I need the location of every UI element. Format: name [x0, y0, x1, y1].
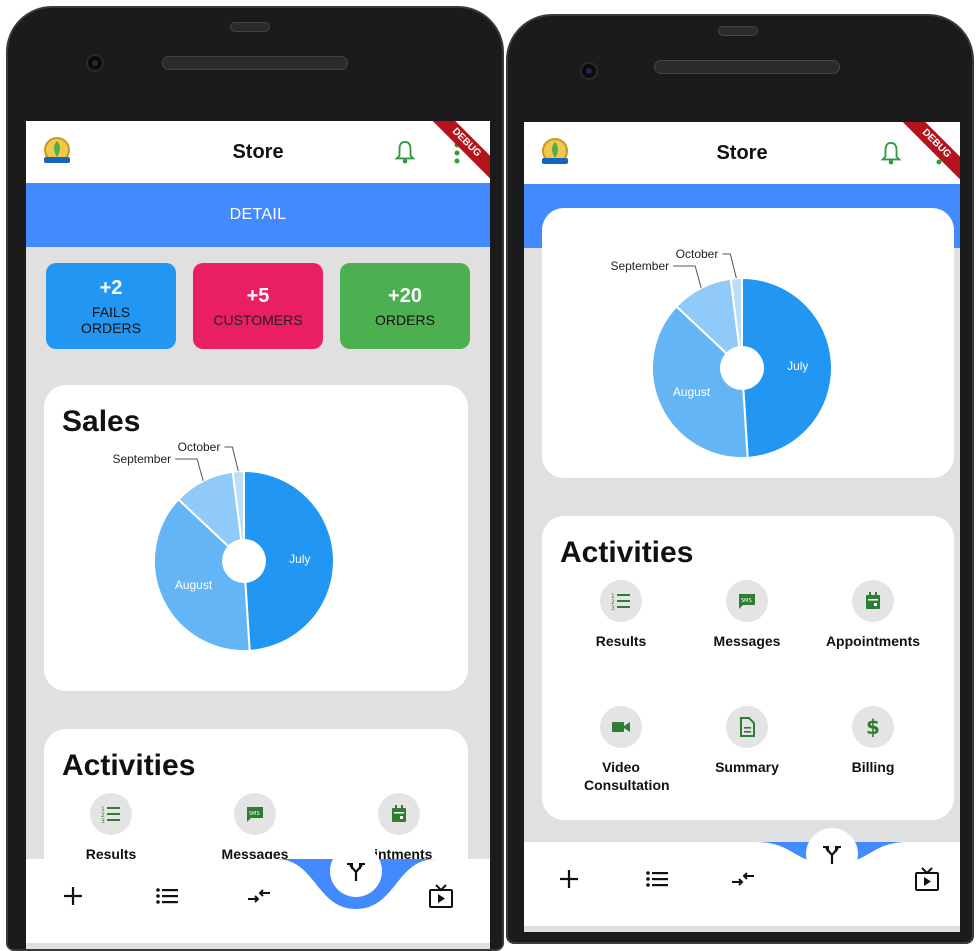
stat-value: +20	[388, 284, 422, 307]
list-numbered-icon: 123	[90, 793, 132, 835]
fork-icon	[347, 863, 365, 881]
fork-fab-button[interactable]	[806, 828, 858, 880]
add-icon	[560, 870, 578, 888]
sales-card: Sales July August September October	[44, 385, 468, 691]
pie-label-august: August	[673, 385, 711, 399]
phone-frame-right: Store DEBUG DETAIL JulyAugustSeptemberOc…	[506, 14, 974, 944]
list-icon	[156, 888, 178, 904]
activity-appointments[interactable]: Appointments	[808, 580, 938, 650]
activity-billing[interactable]: $ Billing	[808, 706, 938, 776]
fork-icon	[823, 846, 841, 864]
svg-text:SMS: SMS	[741, 598, 752, 604]
detail-tab[interactable]: DETAIL	[26, 183, 490, 247]
nav-tv-button[interactable]	[426, 881, 456, 911]
pie-label-october: October	[178, 441, 221, 454]
bottom-navigation	[26, 845, 490, 943]
sales-pie-chart: July August September October	[112, 441, 335, 652]
front-camera	[580, 62, 598, 80]
pie-label-july: July	[289, 552, 310, 566]
app-bar: Store DEBUG	[26, 121, 490, 185]
activity-label: Billing	[851, 759, 895, 775]
document-icon	[726, 706, 768, 748]
pie-leader-line-september	[175, 458, 204, 481]
activity-label: Messages	[713, 633, 781, 649]
list-numbered-icon: 123	[600, 580, 642, 622]
activity-label: Appointments	[825, 633, 921, 649]
nav-list-button[interactable]	[152, 881, 182, 911]
fork-fab-button[interactable]	[330, 845, 382, 897]
activities-title: Activities	[62, 749, 196, 782]
activity-label: Summary	[715, 759, 779, 775]
pie-label-july: July	[787, 359, 808, 373]
stat-value: +5	[246, 284, 270, 307]
phone-frame-left: Store DEBUG DETAIL +2 FAILS ORDERS +5 CU…	[6, 6, 504, 951]
speaker-grille	[162, 56, 348, 70]
tv-play-icon	[429, 884, 453, 908]
sales-pie-chart: July August September October	[610, 248, 833, 459]
calendar-icon	[378, 793, 420, 835]
sales-title: Sales	[62, 405, 141, 438]
nav-add-button[interactable]	[554, 864, 584, 894]
svg-text:3: 3	[101, 818, 105, 824]
pie-label-september: September	[610, 259, 669, 273]
add-icon	[64, 887, 82, 905]
nav-tv-button[interactable]	[912, 864, 942, 894]
swap-arrows-icon	[248, 889, 270, 903]
videocam-icon	[600, 706, 642, 748]
sms-icon: SMS	[726, 580, 768, 622]
activity-label: Video Consultation	[584, 759, 670, 793]
svg-text:3: 3	[611, 605, 615, 611]
app-screen-right: Store DEBUG DETAIL JulyAugustSeptemberOc…	[524, 122, 960, 932]
stat-card-customers[interactable]: +5 CUSTOMERS	[193, 263, 323, 349]
activities-card: Activities 123 Results SMS Messages	[542, 516, 954, 820]
app-screen-left: Store DEBUG DETAIL +2 FAILS ORDERS +5 CU…	[26, 121, 490, 949]
activity-label: Results	[595, 633, 647, 649]
stat-label: FAILS ORDERS	[81, 303, 141, 336]
top-sensor	[230, 22, 270, 32]
activity-results[interactable]: 123 Results	[46, 793, 176, 863]
pie-label-october: October	[676, 248, 719, 261]
pie-donut-hole	[222, 539, 266, 583]
list-icon	[646, 871, 668, 887]
swap-arrows-icon	[732, 872, 754, 886]
pie-label-september: September	[112, 452, 171, 466]
stat-card-orders[interactable]: +20 ORDERS	[340, 263, 470, 349]
nav-list-button[interactable]	[642, 864, 672, 894]
stat-card-fails-orders[interactable]: +2 FAILS ORDERS	[46, 263, 176, 349]
pie-leader-line-september	[673, 265, 702, 288]
sms-icon: SMS	[234, 793, 276, 835]
pie-label-august: August	[175, 578, 213, 592]
activity-video-consultation[interactable]: Video Consultation	[556, 706, 686, 794]
activity-results[interactable]: 123 Results	[556, 580, 686, 650]
nav-add-button[interactable]	[58, 881, 88, 911]
nav-swap-button[interactable]	[728, 864, 758, 894]
activities-title: Activities	[560, 536, 694, 569]
activity-summary[interactable]: Summary	[682, 706, 812, 776]
pie-donut-hole	[720, 346, 764, 390]
stat-label: CUSTOMERS	[213, 311, 303, 328]
debug-banner: DEBUG	[890, 122, 960, 192]
notification-bell-icon[interactable]	[394, 139, 416, 165]
svg-text:SMS: SMS	[249, 811, 260, 817]
top-sensor	[718, 26, 758, 36]
sales-card: July August September October	[542, 208, 954, 478]
app-bar: Store DEBUG	[524, 122, 960, 186]
front-camera	[86, 54, 104, 72]
stat-label: ORDERS	[375, 311, 435, 328]
tv-play-icon	[915, 867, 939, 891]
calendar-icon	[852, 580, 894, 622]
activity-messages[interactable]: SMS Messages	[682, 580, 812, 650]
debug-banner: DEBUG	[420, 121, 490, 191]
bottom-navigation	[524, 828, 960, 926]
activity-messages[interactable]: SMS Messages	[190, 793, 320, 863]
dollar-icon: $	[852, 706, 894, 748]
speaker-grille	[654, 60, 840, 74]
stat-value: +2	[99, 276, 123, 299]
pie-leader-line-october	[224, 446, 239, 472]
pie-leader-line-october	[722, 253, 737, 279]
nav-swap-button[interactable]	[244, 881, 274, 911]
